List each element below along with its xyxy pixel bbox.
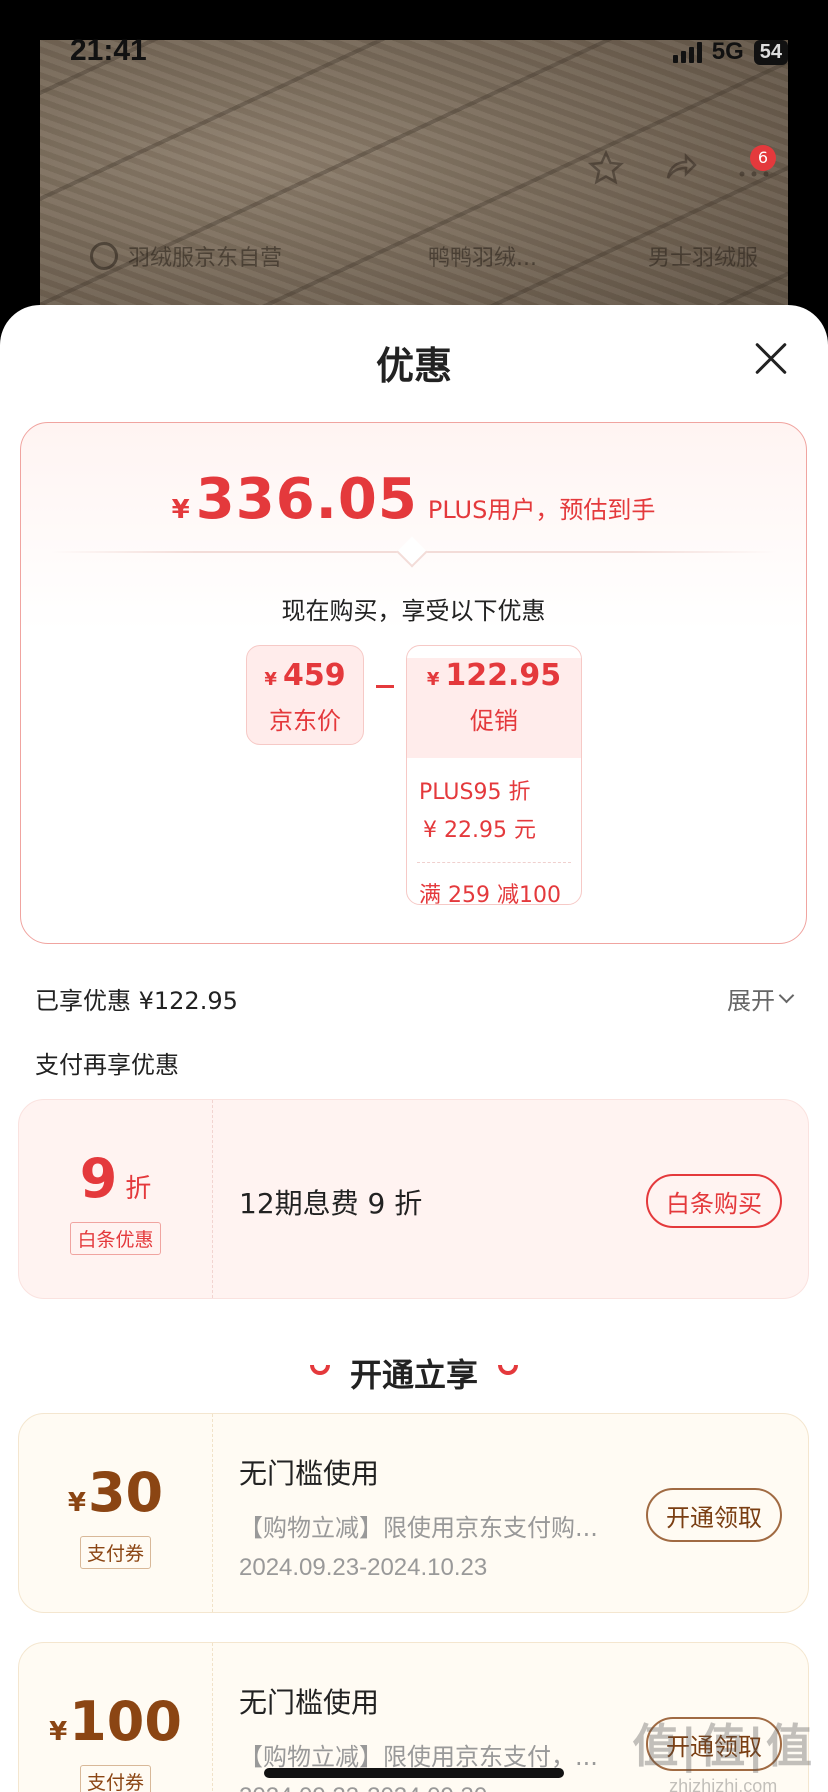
promo-label: 促销	[470, 707, 518, 735]
coupon-currency: ¥	[49, 1717, 68, 1747]
sheet-title: 优惠	[375, 344, 452, 388]
watermark-url: zhizhizhi.com	[669, 1776, 778, 1792]
coupon-title: 无门槛使用	[239, 1457, 380, 1490]
open-section-title: 开通立享	[349, 1356, 478, 1394]
coupon-card: ¥30 支付券 无门槛使用 【购物立减】限使用京东支付购... 2024.09.…	[18, 1413, 809, 1613]
coupon-currency: ¥	[67, 1488, 86, 1518]
baitiao-discount: 9	[79, 1147, 118, 1210]
estimate-currency: ¥	[171, 495, 190, 525]
coupon-date: 2024.09.23-2024.09.30	[239, 1783, 487, 1792]
baitiao-unit: 折	[125, 1174, 152, 1204]
pay-section-title: 支付再享优惠	[35, 1051, 179, 1079]
star-icon[interactable]	[588, 150, 624, 186]
divider-notch	[396, 536, 428, 568]
header-actions	[588, 150, 772, 186]
notification-badge: 6	[750, 145, 776, 171]
estimate-price-value: 336.05	[195, 467, 418, 532]
search-tag-1[interactable]: 鸭鸭羽绒...	[428, 240, 608, 272]
coupon-tag: 支付券	[79, 1765, 151, 1792]
jd-price-currency: ¥	[264, 669, 277, 690]
close-icon[interactable]	[754, 341, 788, 375]
price-summary-card: ¥ 336.05 PLUS用户，预估到手 现在购买，享受以下优惠 ¥459 京东…	[20, 422, 807, 944]
expand-label: 展开	[727, 987, 775, 1015]
coupon-claim-button[interactable]: 开通领取	[646, 1488, 782, 1542]
coupon-amount: 100	[69, 1690, 182, 1753]
expand-button[interactable]: 展开	[727, 981, 795, 1016]
promo-full-reduction: 满 259 减100	[419, 883, 561, 905]
status-time: 21:41	[70, 34, 147, 67]
search-bar[interactable]: 羽绒服京东自营 鸭鸭羽绒... 男士羽绒服	[90, 240, 790, 272]
home-indicator[interactable]	[264, 1768, 564, 1778]
coupon-date: 2024.09.23-2024.10.23	[239, 1554, 488, 1581]
search-icon	[90, 242, 118, 270]
site-watermark: 值|值|值 zhizhizhi.com	[632, 1710, 814, 1792]
enjoyed-discount: 已享优惠 ¥122.95	[35, 987, 238, 1015]
buy-now-text: 现在购买，享受以下优惠	[281, 597, 546, 625]
promo-box: ¥122.95 促销 PLUS95 折 ¥ 22.95 元 满 259 减100	[406, 645, 582, 905]
product-image-background: 21:41 5G 54 6 羽绒服京东自营 鸭鸭羽绒... 男士羽绒服	[0, 0, 828, 340]
network-label: 5G	[711, 38, 744, 65]
share-icon[interactable]	[662, 150, 698, 186]
jd-price-box: ¥459 京东价	[246, 645, 364, 745]
promo-plus-discount: PLUS95 折	[419, 780, 531, 805]
status-indicators: 5G 54	[672, 38, 788, 66]
search-tag-2[interactable]: 男士羽绒服	[648, 240, 758, 272]
promo-value: 122.95	[445, 658, 562, 693]
baitiao-text: 12期息费 9 折	[239, 1187, 423, 1220]
jd-price-value: 459	[282, 658, 346, 693]
coupon-title: 无门槛使用	[239, 1686, 380, 1719]
chevron-down-icon	[778, 987, 795, 1004]
baitiao-buy-button[interactable]: 白条购买	[646, 1174, 782, 1228]
promo-plus-amount: ¥ 22.95 元	[423, 818, 536, 843]
estimate-note: PLUS用户，预估到手	[427, 496, 656, 524]
search-placeholder: 羽绒服京东自营	[128, 246, 283, 271]
promo-separator	[417, 862, 571, 863]
promo-currency: ¥	[426, 669, 440, 690]
signal-icon	[672, 41, 702, 63]
coupon-tag: 支付券	[79, 1536, 151, 1569]
jd-price-label: 京东价	[269, 707, 341, 735]
product-photo	[40, 40, 788, 340]
coupon-desc: 【购物立减】限使用京东支付购...	[239, 1514, 598, 1542]
watermark-logo: 值|值|值	[632, 1719, 814, 1773]
coupon-desc: 【购物立减】限使用京东支付，...	[239, 1743, 598, 1771]
baitiao-card: 9折 白条优惠 12期息费 9 折 白条购买	[18, 1099, 809, 1299]
minus-sign	[376, 685, 394, 688]
battery-icon: 54	[753, 39, 788, 65]
coupon-amount: 30	[87, 1461, 164, 1524]
estimated-price: ¥ 336.05 PLUS用户，预估到手	[21, 467, 806, 532]
baitiao-tag: 白条优惠	[70, 1222, 161, 1255]
discount-sheet: 优惠 ¥ 336.05 PLUS用户，预估到手 现在购买，享受以下优惠 ¥459…	[0, 305, 828, 1792]
